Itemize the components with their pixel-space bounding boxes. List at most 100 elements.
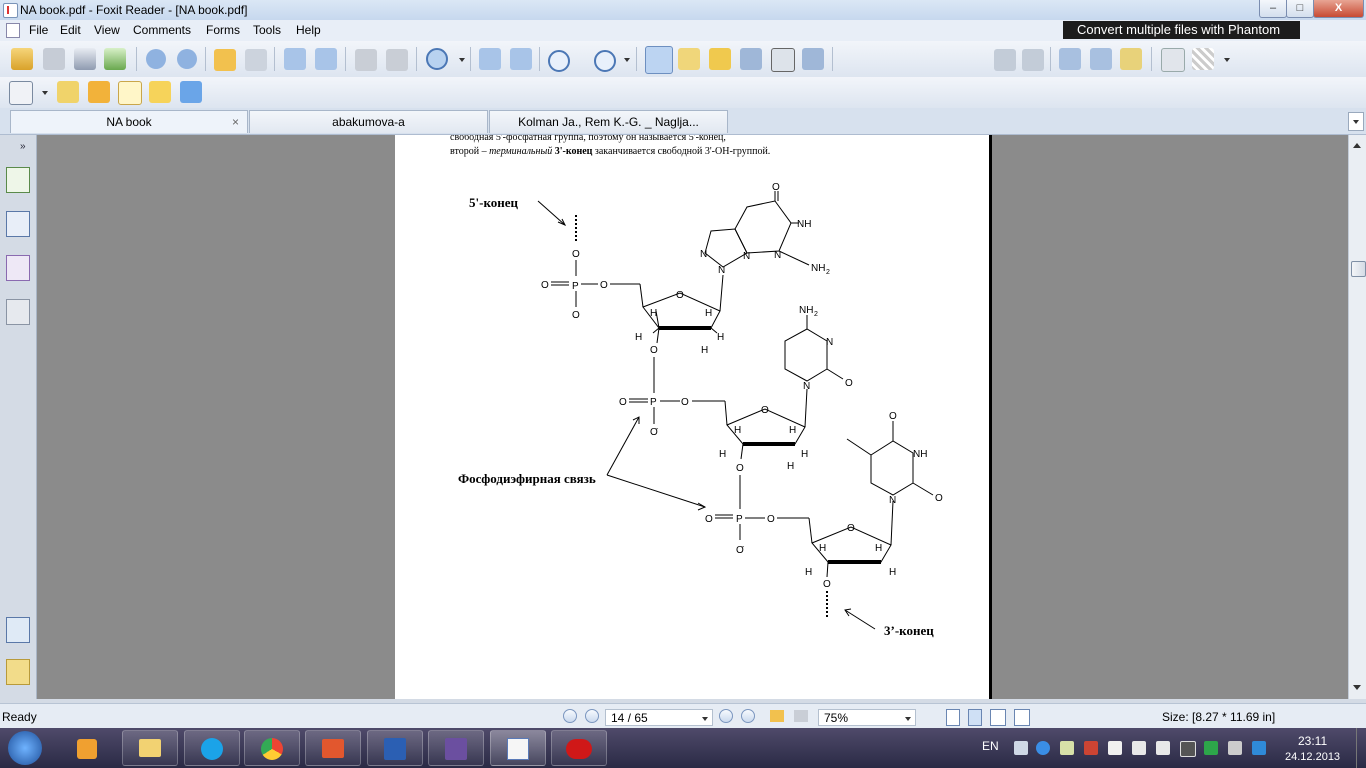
document-viewport[interactable]: свободная 5'-фосфатная группа, поэтому о… — [37, 135, 1348, 699]
taskbar-explorer[interactable] — [122, 730, 178, 766]
first-page-icon[interactable] — [563, 709, 577, 723]
zoom-in-tool-icon[interactable] — [426, 48, 448, 70]
volume-tray-icon[interactable] — [1156, 741, 1170, 755]
media-tray-icon[interactable] — [1036, 741, 1050, 755]
facing-pages-icon[interactable] — [990, 709, 1006, 726]
comments-panel-icon[interactable] — [6, 617, 30, 643]
transparency-grid-icon[interactable] — [1192, 48, 1214, 70]
layers-icon[interactable] — [6, 299, 30, 325]
select-annotation-icon[interactable] — [709, 48, 731, 70]
tab-kolman[interactable]: Kolman Ja., Rem K.-G. _ Naglja... — [489, 110, 728, 133]
last-page-icon[interactable] — [741, 709, 755, 723]
title-bar[interactable]: NA book.pdf - Foxit Reader - [NA book.pd… — [0, 0, 1366, 20]
menu-comments[interactable]: Comments — [133, 23, 191, 37]
forward-arrow-icon[interactable] — [245, 49, 267, 71]
arrow-annotation-icon[interactable] — [180, 81, 202, 103]
tab-close-icon[interactable]: × — [232, 111, 239, 133]
menu-tools[interactable]: Tools — [253, 23, 281, 37]
zoom-level-field[interactable]: 75% — [818, 709, 916, 726]
scroll-up-icon[interactable] — [1353, 143, 1361, 148]
tab-abakumova[interactable]: abakumova-a — [249, 110, 488, 133]
previous-view-icon[interactable] — [770, 710, 784, 722]
taskbar-djvu[interactable] — [428, 730, 484, 766]
taskbar-presentation[interactable] — [305, 730, 361, 766]
taskbar-foxit-reader[interactable] — [490, 730, 546, 766]
grid-dropdown-icon[interactable] — [1224, 58, 1230, 62]
close-button[interactable]: X — [1313, 0, 1364, 18]
save-icon[interactable] — [43, 48, 65, 70]
fit-width-icon[interactable] — [510, 48, 532, 70]
back-arrow-icon[interactable] — [214, 49, 236, 71]
signatures-icon[interactable] — [6, 255, 30, 281]
textbox-icon[interactable] — [118, 81, 142, 105]
prev-page-icon[interactable] — [146, 49, 166, 69]
clock-date[interactable]: 24.12.2013 — [1285, 751, 1340, 763]
extract-pages-icon[interactable] — [284, 48, 306, 70]
next-page-icon[interactable] — [719, 709, 733, 723]
menu-file[interactable]: File — [29, 23, 48, 37]
vertical-scrollbar[interactable] — [1348, 135, 1366, 699]
single-page-icon[interactable] — [946, 709, 960, 726]
phantom-ad-banner[interactable]: Convert multiple files with Phantom — [1063, 21, 1300, 39]
document-menu-icon[interactable] — [6, 23, 20, 38]
typewriter-icon[interactable] — [771, 48, 795, 72]
zoom-tool-dropdown-icon[interactable] — [459, 58, 465, 62]
next-page-icon[interactable] — [177, 49, 197, 69]
binoculars-search-icon[interactable] — [740, 48, 762, 70]
page-number-field[interactable]: 14 / 65 — [605, 709, 713, 726]
perimeter-tool-icon[interactable] — [1090, 48, 1112, 70]
pencil-icon[interactable] — [88, 81, 110, 103]
pages-thumbnails-icon[interactable] — [6, 211, 30, 237]
tab-na-book[interactable]: NA book × — [10, 110, 248, 133]
open-folder-icon[interactable] — [11, 48, 33, 70]
messenger-tray-icon[interactable] — [1252, 741, 1266, 755]
menu-view[interactable]: View — [94, 23, 120, 37]
email-icon[interactable] — [104, 48, 126, 70]
usb-tray-icon[interactable] — [1132, 741, 1146, 755]
taskbar-skype[interactable] — [184, 730, 240, 766]
attachments-paperclip-icon[interactable] — [6, 659, 30, 685]
distance-tool-icon[interactable] — [1059, 48, 1081, 70]
menu-edit[interactable]: Edit — [60, 23, 81, 37]
scroll-down-icon[interactable] — [1353, 685, 1361, 690]
bluetooth-tray-icon[interactable] — [1108, 741, 1122, 755]
taskbar-media-player[interactable] — [59, 730, 115, 766]
tabs-dropdown-button[interactable] — [1348, 112, 1364, 131]
taskbar-word[interactable] — [367, 730, 423, 766]
minimize-button[interactable]: – — [1259, 0, 1287, 18]
area-tool-icon[interactable] — [1120, 48, 1142, 70]
continuous-facing-icon[interactable] — [1014, 709, 1030, 726]
highlight-icon[interactable] — [57, 81, 79, 103]
antivirus-tray-icon[interactable] — [1084, 741, 1098, 755]
note-edit-icon[interactable] — [9, 81, 33, 105]
comment-balloon-icon[interactable] — [149, 81, 171, 103]
maximize-button[interactable]: □ — [1286, 0, 1314, 18]
notes-tray-icon[interactable] — [1060, 741, 1074, 755]
snapshot-icon[interactable] — [802, 48, 824, 70]
fit-page-icon[interactable] — [479, 48, 501, 70]
redo-icon[interactable] — [386, 49, 408, 71]
show-desktop-button[interactable] — [1356, 728, 1366, 768]
find-previous-icon[interactable] — [994, 49, 1016, 71]
bookmarks-icon[interactable] — [6, 167, 30, 193]
expand-panel-icon[interactable]: » — [20, 141, 26, 152]
find-next-icon[interactable] — [1022, 49, 1044, 71]
app-tray-icon[interactable] — [1204, 741, 1218, 755]
select-text-icon[interactable] — [678, 48, 700, 70]
zoom-dropdown-icon[interactable] — [624, 58, 630, 62]
next-view-icon[interactable] — [794, 710, 808, 722]
clock-time[interactable]: 23:11 — [1298, 734, 1327, 748]
vk-tray-icon[interactable] — [1180, 741, 1196, 757]
insert-pages-icon[interactable] — [315, 48, 337, 70]
note-dropdown-icon[interactable] — [42, 91, 48, 95]
start-button-icon[interactable] — [8, 731, 42, 765]
taskbar-recorder[interactable] — [551, 730, 607, 766]
foxit-app-icon[interactable] — [3, 3, 18, 18]
previous-page-icon[interactable] — [585, 709, 599, 723]
menu-help[interactable]: Help — [296, 23, 321, 37]
zoom-out-icon[interactable] — [548, 50, 570, 72]
hand-tool-icon[interactable] — [645, 46, 673, 74]
print-icon[interactable] — [74, 48, 96, 70]
action-center-tray-icon[interactable] — [1228, 741, 1242, 755]
taskbar-chrome[interactable] — [244, 730, 300, 766]
